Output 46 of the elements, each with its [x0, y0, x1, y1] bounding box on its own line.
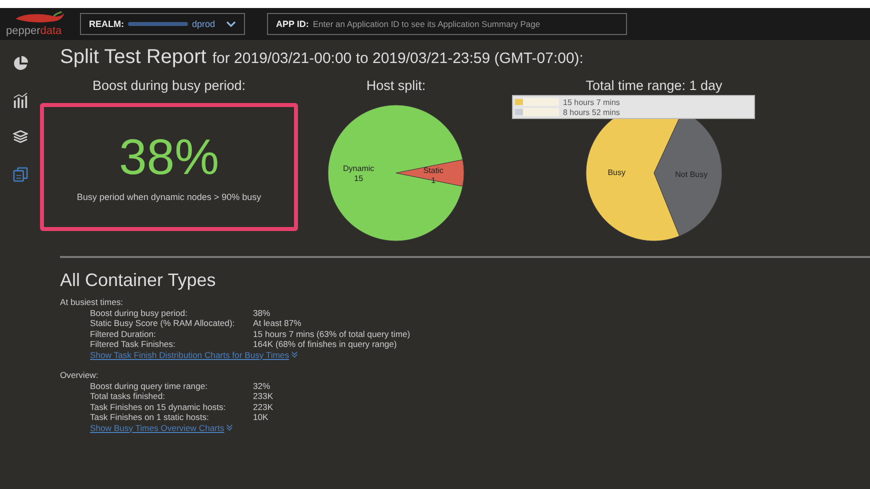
stat-label: Boost during query time range:: [90, 380, 209, 391]
group-heading: At busiest times:: [60, 297, 124, 308]
slice-label: Dynamic 15: [343, 164, 374, 183]
stat-label: Task Finishes on 1 static hosts:: [90, 412, 210, 422]
legend-bar: [523, 98, 559, 106]
date-range: for 2019/03/21-00:00 to 2019/03/21-23:59 (GMT-07:00):: [212, 50, 584, 67]
stat-value: 10K: [253, 412, 270, 422]
slice-label: Not Busy: [675, 170, 708, 179]
time-range-title: Total time range: 1 day: [586, 78, 722, 93]
sidebar-pie-icon[interactable]: [12, 56, 28, 71]
stat-label: Filtered Task Finishes:: [90, 339, 176, 350]
boost-title: Boost during busy period:: [92, 78, 246, 93]
boost-caption: Busy period when dynamic nodes > 90% busy: [76, 192, 262, 202]
stat-value: 15 hours 7 mins (63% of total query time): [253, 328, 410, 339]
app-id-input[interactable]: Enter an Application ID to see its Application Summary Page: [312, 19, 618, 29]
stat-label: Filtered Duration:: [90, 328, 157, 339]
legend-label: 15 hours 7 mins: [563, 98, 620, 106]
stat-label: Task Finishes on 15 dynamic hosts:: [90, 402, 227, 412]
legend-label: 8 hours 52 mins: [563, 108, 620, 116]
chevron-down-icon: [226, 424, 234, 432]
stat-value: 233K: [253, 391, 274, 402]
host-split-title: Host split:: [366, 78, 426, 93]
pepper-icon: [14, 11, 66, 25]
stat-label: Static Busy Score (% RAM Allocated):: [90, 318, 236, 328]
redaction-bar: [128, 22, 188, 26]
sidebar-documents-icon[interactable]: [12, 167, 28, 182]
stat-value: 223K: [253, 402, 274, 412]
section-title: All Container Types: [60, 270, 217, 291]
logo-text: pepperdata: [6, 25, 62, 37]
stat-value: At least 87%: [253, 318, 302, 328]
group-heading: Overview:: [60, 370, 100, 380]
boost-value: 38%: [118, 132, 220, 182]
slice-label: Busy: [608, 168, 626, 178]
report-title: Split Test Report: [60, 46, 206, 69]
realm-dropdown[interactable]: REALM: dprod: [80, 13, 245, 35]
stat-value: 164K (68% of finishes in query range): [253, 339, 398, 350]
app-id-field[interactable]: APP ID: Enter an Application ID to see its Application Summary Page: [267, 13, 627, 35]
stat-value: 38%: [253, 308, 272, 318]
stat-label: Boost during busy period:: [90, 308, 188, 318]
stat-label: Total tasks finished:: [90, 391, 166, 402]
sidebar-bars-icon[interactable]: [12, 93, 28, 108]
chevron-down-icon: [291, 351, 298, 358]
sidebar-layers-icon[interactable]: [12, 130, 28, 145]
stat-value: 32%: [253, 380, 272, 391]
chevron-down-icon: [226, 21, 236, 27]
legend-bar: [523, 108, 559, 116]
